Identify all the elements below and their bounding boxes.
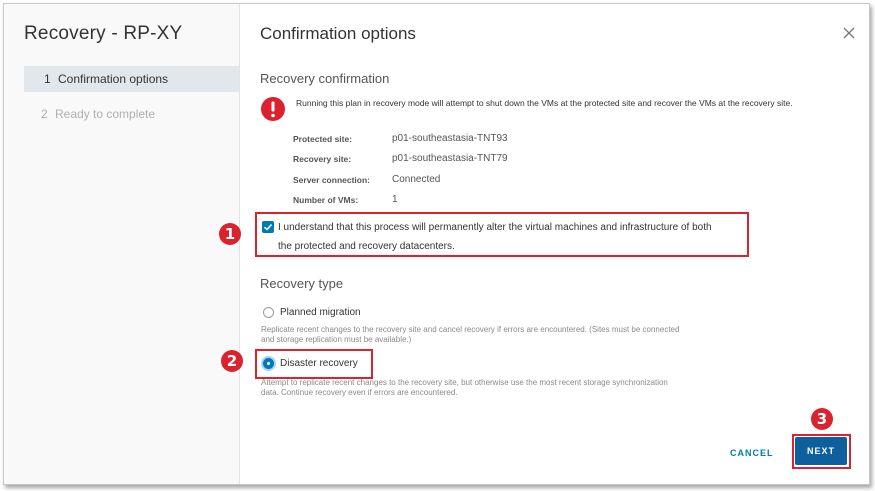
step-ready-to-complete: 2 Ready to complete	[24, 101, 239, 127]
planned-migration-label[interactable]: Planned migration	[280, 307, 361, 318]
step-label: Ready to complete	[55, 107, 156, 121]
wizard-sidebar: Recovery - RP-XY 1 Confirmation options …	[4, 4, 240, 484]
next-button[interactable]: NEXT	[795, 437, 847, 465]
step-confirmation-options[interactable]: 1 Confirmation options	[24, 66, 239, 92]
acknowledge-text-line1: I understand that this process will perm…	[278, 222, 712, 233]
page-title: Confirmation options	[260, 24, 416, 43]
acknowledge-text-line2: the protected and recovery datacenters.	[278, 241, 455, 252]
callout-badge-2: 2	[221, 350, 243, 372]
server-connection-value: Connected	[392, 174, 441, 185]
field-label: Server connection:	[293, 175, 370, 185]
disaster-recovery-help-line1: Attempt to replicate recent changes to t…	[261, 378, 668, 387]
acknowledge-checkbox[interactable]	[262, 221, 274, 233]
field-label: Recovery site:	[293, 154, 352, 164]
callout-badge-1: 1	[219, 223, 241, 245]
step-label: Confirmation options	[58, 72, 169, 86]
planned-migration-help-line1: Replicate recent changes to the recovery…	[261, 325, 680, 334]
planned-migration-radio[interactable]	[263, 307, 274, 318]
close-icon[interactable]	[842, 26, 856, 40]
dialog-title: Recovery - RP-XY	[24, 23, 183, 44]
step-number: 1	[44, 72, 51, 86]
section-recovery-type: Recovery type	[260, 276, 344, 291]
callout-badge-3: 3	[811, 408, 833, 430]
warning-message: Running this plan in recovery mode will …	[296, 98, 793, 108]
field-label: Number of VMs:	[293, 195, 359, 205]
disaster-recovery-help-line2: data. Continue recovery even if errors a…	[261, 388, 458, 397]
disaster-recovery-radio[interactable]	[263, 358, 274, 369]
checkmark-icon	[263, 223, 273, 231]
protected-site-value: p01-southeastasia-TNT93	[392, 133, 508, 144]
number-of-vms-value: 1	[392, 194, 398, 205]
planned-migration-help-line2: and storage replication must be availabl…	[261, 335, 412, 344]
recovery-site-value: p01-southeastasia-TNT79	[392, 153, 508, 164]
section-recovery-confirmation: Recovery confirmation	[260, 71, 390, 86]
step-number: 2	[41, 107, 48, 121]
disaster-recovery-label[interactable]: Disaster recovery	[280, 358, 358, 369]
cancel-button[interactable]: CANCEL	[730, 448, 774, 458]
field-label: Protected site:	[293, 134, 353, 144]
error-icon	[261, 97, 285, 121]
